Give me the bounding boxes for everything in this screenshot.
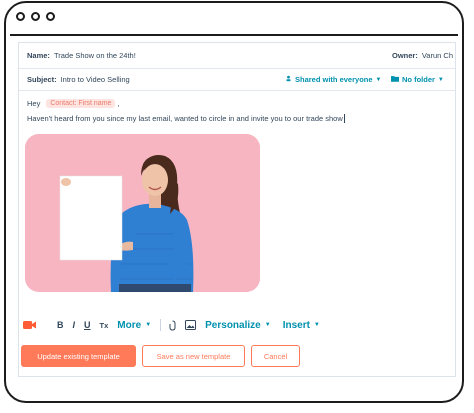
message-line: Haven't heard from you since my last ema… bbox=[27, 111, 447, 125]
save-as-new-template-button[interactable]: Save as new template bbox=[142, 345, 245, 367]
greeting-text: Hey bbox=[27, 98, 41, 108]
name-label: Name: bbox=[27, 51, 50, 60]
subject-label: Subject: bbox=[27, 75, 57, 84]
bold-button[interactable]: B bbox=[57, 320, 64, 330]
owner-field[interactable]: Owner: Varun Ch bbox=[392, 51, 453, 60]
clear-formatting-button[interactable]: Tx bbox=[100, 321, 109, 330]
shared-label: Shared with everyone bbox=[295, 75, 373, 84]
editor-toolbar: B I U Tx More ▼ Personalize ▼ Insert ▼ bbox=[21, 315, 329, 335]
name-row: Name: Trade Show on the 24th! Owner: Varun… bbox=[19, 43, 455, 69]
subject-value: Intro to Video Selling bbox=[60, 75, 130, 84]
email-template-editor: Name: Trade Show on the 24th! Owner: Varun… bbox=[18, 42, 456, 377]
paperclip-icon bbox=[169, 320, 176, 331]
message-text: Haven't heard from you since my last ema… bbox=[27, 113, 343, 123]
chevron-down-icon: ▼ bbox=[437, 76, 444, 83]
update-template-button[interactable]: Update existing template bbox=[21, 345, 136, 367]
text-cursor bbox=[343, 113, 345, 123]
share-icon bbox=[285, 75, 292, 84]
chevron-down-icon: ▼ bbox=[264, 322, 271, 328]
name-value: Trade Show on the 24th! bbox=[53, 51, 136, 60]
insert-image-button[interactable] bbox=[185, 320, 197, 330]
embedded-image[interactable] bbox=[25, 134, 260, 292]
underline-button[interactable]: U bbox=[84, 320, 91, 330]
insert-label: Insert bbox=[282, 319, 310, 331]
attach-button[interactable] bbox=[169, 320, 176, 331]
greeting-comma: , bbox=[117, 98, 120, 108]
greeting-line: Hey Contact: First name , bbox=[27, 96, 447, 110]
chevron-down-icon: ▼ bbox=[145, 322, 152, 328]
toolbar-divider bbox=[45, 319, 49, 331]
folder-icon bbox=[391, 75, 399, 84]
personalization-token[interactable]: Contact: First name bbox=[46, 98, 116, 108]
personalize-label: Personalize bbox=[205, 319, 261, 331]
owner-label: Owner: bbox=[392, 51, 418, 60]
chevron-down-icon: ▼ bbox=[375, 76, 382, 83]
video-button[interactable] bbox=[23, 320, 36, 330]
window-dot-3 bbox=[46, 12, 55, 21]
titlebar-divider bbox=[10, 34, 458, 36]
window-dot-2 bbox=[31, 12, 40, 21]
cancel-button[interactable]: Cancel bbox=[251, 345, 300, 367]
subject-row: Subject: Intro to Video Selling Shared wi… bbox=[19, 69, 455, 91]
woman-holding-sign-photo bbox=[25, 134, 260, 292]
folder-label: No folder bbox=[402, 75, 435, 84]
name-field[interactable]: Name: Trade Show on the 24th! bbox=[27, 51, 136, 60]
more-dropdown[interactable]: More ▼ bbox=[117, 320, 151, 331]
owner-value: Varun Ch bbox=[421, 51, 453, 60]
personalize-dropdown[interactable]: Personalize ▼ bbox=[205, 320, 271, 331]
video-camera-icon bbox=[23, 321, 36, 329]
chevron-down-icon: ▼ bbox=[313, 322, 320, 328]
toolbar-divider bbox=[160, 319, 162, 331]
italic-button[interactable]: I bbox=[73, 320, 76, 330]
insert-dropdown[interactable]: Insert ▼ bbox=[283, 320, 320, 331]
sharing-dropdown[interactable]: Shared with everyone ▼ bbox=[285, 75, 381, 84]
more-label: More bbox=[117, 319, 142, 331]
email-body[interactable]: Hey Contact: First name , Haven't heard … bbox=[27, 96, 447, 125]
folder-dropdown[interactable]: No folder ▼ bbox=[391, 75, 444, 84]
subject-field[interactable]: Subject: Intro to Video Selling bbox=[27, 75, 130, 84]
image-icon bbox=[185, 320, 197, 330]
window-dot-1 bbox=[16, 12, 25, 21]
